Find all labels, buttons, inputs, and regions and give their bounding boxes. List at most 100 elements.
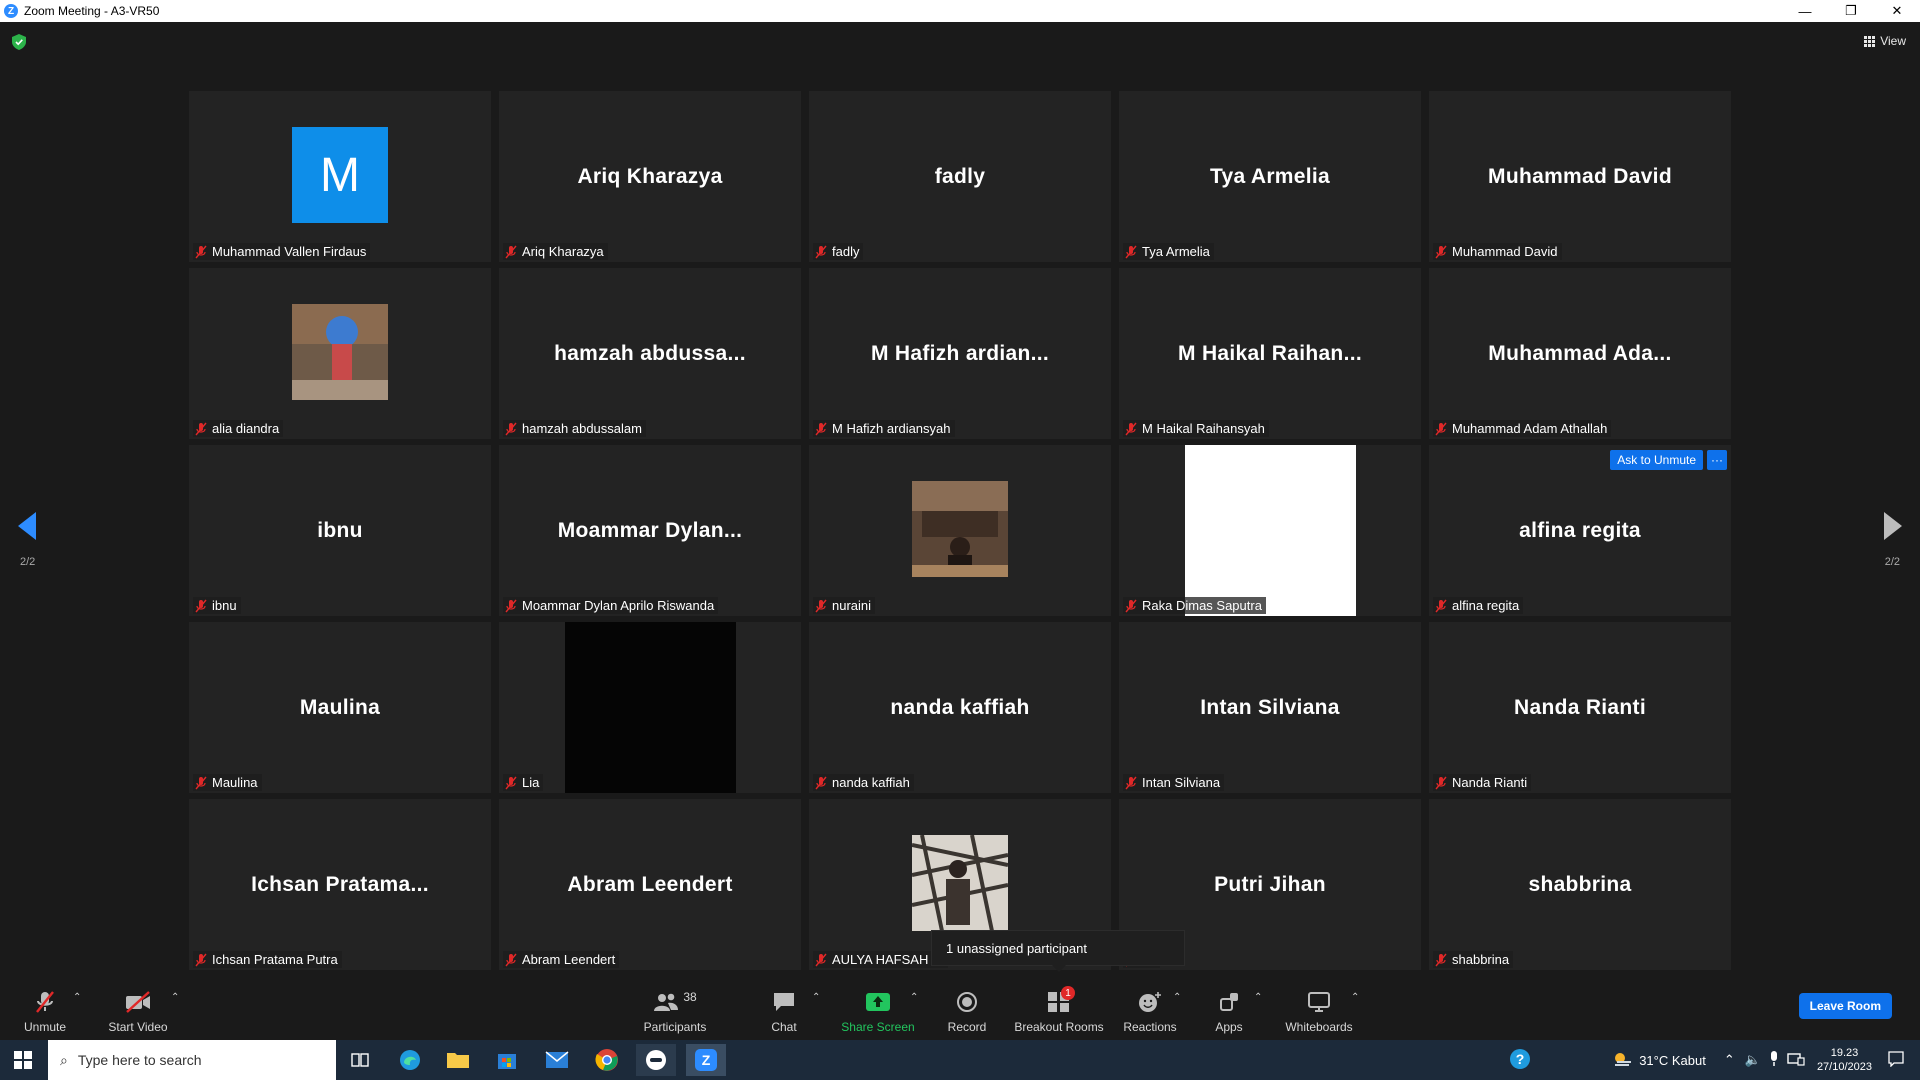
microsoft-store-icon[interactable] — [487, 1044, 527, 1076]
participants-button[interactable]: 38 Participants — [640, 978, 710, 1040]
minimize-button[interactable]: — — [1782, 0, 1828, 22]
show-hidden-icons-caret-icon[interactable]: ⌃ — [1724, 1052, 1735, 1068]
muted-microphone-icon — [195, 776, 207, 789]
participant-name-display: Muhammad David — [1488, 164, 1672, 188]
participant-name: nanda kaffiah — [832, 775, 910, 790]
participant-tile[interactable]: alfina regita Ask to Unmute ··· alfina regi… — [1429, 445, 1731, 616]
participant-tile[interactable]: hamzah abdussa... hamzah abdussalam — [499, 268, 801, 439]
whiteboards-options-caret-icon[interactable]: ⌃ — [1351, 992, 1359, 1003]
participant-tile[interactable]: Muhammad Ada... Muhammad Adam Athallah — [1429, 268, 1731, 439]
share-options-caret-icon[interactable]: ⌃ — [910, 992, 918, 1003]
window-title: Zoom Meeting - A3-VR50 — [24, 4, 160, 18]
participant-tile[interactable]: M Hafizh ardian... M Hafizh ardiansyah — [809, 268, 1111, 439]
mail-icon[interactable] — [537, 1044, 577, 1076]
share-screen-button[interactable]: Share Screen — [840, 978, 916, 1040]
chrome-browser-icon[interactable] — [587, 1044, 627, 1076]
participant-name-display: fadly — [934, 164, 986, 188]
whiteboards-button[interactable]: Whiteboards — [1282, 978, 1356, 1040]
participant-tile[interactable]: Intan Silviana Intan Silviana — [1119, 622, 1421, 793]
breakout-rooms-button[interactable]: 1 Breakout Rooms — [1014, 978, 1104, 1040]
breakout-rooms-label: Breakout Rooms — [1014, 1020, 1104, 1034]
more-options-button[interactable]: ··· — [1707, 450, 1727, 470]
participant-name: fadly — [832, 244, 860, 259]
participant-tile[interactable]: Raka Dimas Saputra — [1119, 445, 1421, 616]
taskbar-search-placeholder: Type here to search — [77, 1052, 202, 1068]
profile-photo — [912, 835, 1008, 931]
previous-page-arrow-icon[interactable] — [18, 512, 36, 540]
video-off-icon — [126, 991, 150, 1013]
participant-name-label: Ichsan Pratama Putra — [193, 951, 342, 968]
start-video-button[interactable]: Start Video — [106, 978, 170, 1040]
participant-tile[interactable]: Muhammad David Muhammad David — [1429, 91, 1731, 262]
page-indicator-right: 2/2 — [1884, 556, 1900, 568]
chat-bubble-icon — [774, 993, 794, 1011]
participant-tile[interactable]: shabbrina shabbrina — [1429, 799, 1731, 970]
next-page-arrow-icon[interactable] — [1884, 512, 1902, 540]
participant-name-label: shabbrina — [1433, 951, 1514, 968]
participant-name-label: Lia — [503, 774, 544, 791]
record-button[interactable]: Record — [945, 978, 989, 1040]
participant-name-label: nanda kaffiah — [813, 774, 914, 791]
profile-photo — [912, 481, 1008, 577]
task-view-icon[interactable] — [340, 1044, 380, 1076]
taskbar-search-box[interactable]: ⌕ Type here to search — [48, 1040, 336, 1080]
participant-tile[interactable]: M Muhammad Vallen Firdaus — [189, 91, 491, 262]
reactions-options-caret-icon[interactable]: ⌃ — [1173, 992, 1181, 1003]
zoom-taskbar-icon[interactable]: Z — [686, 1044, 726, 1076]
view-label: View — [1880, 34, 1906, 48]
help-icon[interactable]: ? — [1509, 1048, 1531, 1073]
participant-tile[interactable]: alia diandra — [189, 268, 491, 439]
reactions-label: Reactions — [1123, 1020, 1177, 1034]
participant-tile[interactable]: nuraini — [809, 445, 1111, 616]
close-button[interactable]: ✕ — [1874, 0, 1920, 22]
participant-tile[interactable]: Lia — [499, 622, 801, 793]
participant-tile[interactable]: fadly fadly — [809, 91, 1111, 262]
participant-name-display: Abram Leendert — [567, 872, 733, 896]
participant-tile[interactable]: ibnu ibnu — [189, 445, 491, 616]
weather-text[interactable]: 31°C Kabut — [1639, 1053, 1706, 1068]
chat-button[interactable]: Chat — [766, 978, 802, 1040]
participant-name: Muhammad Adam Athallah — [1452, 421, 1608, 436]
participant-name-display: Intan Silviana — [1200, 695, 1340, 719]
video-options-caret-icon[interactable]: ⌃ — [171, 992, 179, 1003]
chat-options-caret-icon[interactable]: ⌃ — [812, 992, 820, 1003]
leave-room-button[interactable]: Leave Room — [1798, 993, 1892, 1019]
microphone-tray-icon[interactable] — [1769, 1050, 1779, 1070]
participant-tile[interactable]: Ichsan Pratama... Ichsan Pratama Putra — [189, 799, 491, 970]
edge-browser-icon[interactable] — [390, 1044, 430, 1076]
participant-name-label: Raka Dimas Saputra — [1123, 597, 1266, 614]
participant-name-display: Muhammad Ada... — [1488, 341, 1672, 365]
participant-tile[interactable]: nanda kaffiah nanda kaffiah — [809, 622, 1111, 793]
messenger-app-icon[interactable] — [636, 1044, 676, 1076]
windows-start-button[interactable] — [0, 1040, 46, 1080]
participant-tile[interactable]: Nanda Rianti Nanda Rianti — [1429, 622, 1731, 793]
participant-name: nuraini — [832, 598, 872, 613]
view-button[interactable]: View — [1864, 34, 1906, 48]
participant-tile[interactable]: Abram Leendert Abram Leendert — [499, 799, 801, 970]
file-explorer-icon[interactable] — [438, 1044, 478, 1076]
participant-tile[interactable]: M Haikal Raihan... M Haikal Raihansyah — [1119, 268, 1421, 439]
participant-tile[interactable]: Moammar Dylan... Moammar Dylan Aprilo Ris… — [499, 445, 801, 616]
whiteboard-icon — [1308, 992, 1330, 1012]
restore-button[interactable]: ❐ — [1828, 0, 1874, 22]
apps-options-caret-icon[interactable]: ⌃ — [1254, 992, 1262, 1003]
speaker-icon[interactable]: 🔈 — [1745, 1052, 1761, 1068]
audio-options-caret-icon[interactable]: ⌃ — [73, 992, 81, 1003]
participant-name: Maulina — [212, 775, 258, 790]
apps-icon — [1220, 993, 1238, 1011]
participant-name-label: Muhammad David — [1433, 243, 1562, 260]
participant-tile[interactable]: Tya Armelia Tya Armelia — [1119, 91, 1421, 262]
participant-tile[interactable]: Maulina Maulina — [189, 622, 491, 793]
participant-name-display: M Hafizh ardian... — [870, 341, 1050, 365]
participant-tile[interactable]: Ariq Kharazya Ariq Kharazya — [499, 91, 801, 262]
reactions-button[interactable]: Reactions — [1122, 978, 1178, 1040]
ask-to-unmute-button[interactable]: Ask to Unmute — [1610, 450, 1703, 470]
taskbar-clock[interactable]: 19.23 27/10/2023 — [1817, 1046, 1872, 1074]
muted-microphone-icon — [1435, 776, 1447, 789]
encryption-shield-icon[interactable] — [12, 34, 26, 50]
unmute-button[interactable]: Unmute — [22, 978, 68, 1040]
notifications-icon[interactable] — [1888, 1050, 1904, 1070]
apps-button[interactable]: Apps — [1212, 978, 1246, 1040]
weather-icon[interactable] — [1611, 1050, 1633, 1071]
network-icon[interactable] — [1787, 1052, 1805, 1069]
